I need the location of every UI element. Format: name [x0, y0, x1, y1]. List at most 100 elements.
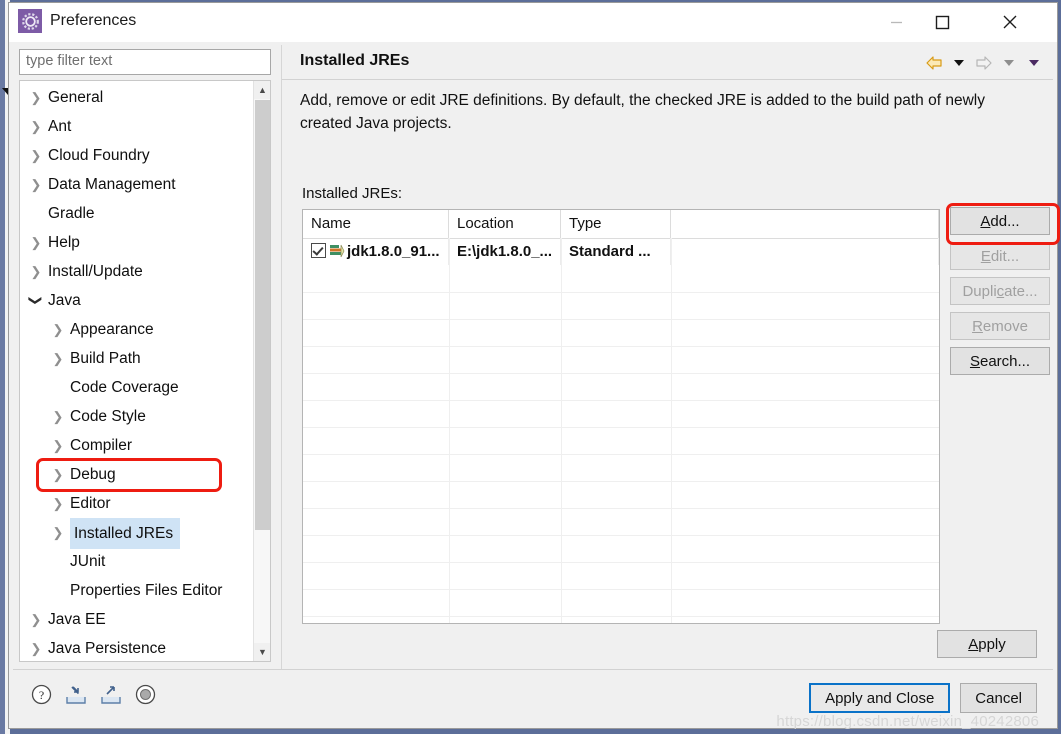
- apply-and-close-button[interactable]: Apply and Close: [809, 683, 951, 713]
- installed-jres-label: Installed JREs:: [302, 185, 403, 202]
- tree-scrollbar[interactable]: ▲ ▼: [253, 81, 270, 661]
- jre-type-cell: Standard ...: [561, 238, 671, 265]
- button-label: Add...: [980, 212, 1020, 230]
- jre-library-icon: [329, 243, 347, 260]
- chevron-right-icon[interactable]: ❯: [50, 315, 66, 344]
- sidebar-item-cloud-foundry[interactable]: ❯ Cloud Foundry: [20, 141, 255, 170]
- chevron-right-icon[interactable]: ❯: [28, 170, 44, 199]
- sidebar-item-label: Java EE: [48, 611, 106, 628]
- sidebar-item-label: General: [48, 89, 104, 106]
- export-icon[interactable]: [100, 685, 122, 710]
- chevron-right-icon[interactable]: ❯: [28, 141, 44, 170]
- sidebar-item-gradle[interactable]: Gradle: [20, 199, 255, 228]
- page-description: Add, remove or edit JRE definitions. By …: [300, 92, 985, 132]
- chevron-right-icon[interactable]: ❯: [28, 257, 44, 286]
- sidebar-item-editor[interactable]: ❯ Editor: [20, 489, 255, 518]
- button-label: Search...: [969, 352, 1031, 370]
- chevron-right-icon[interactable]: ❯: [50, 402, 66, 431]
- page-title: Installed JREs: [300, 52, 410, 69]
- column-header-blank[interactable]: [671, 210, 939, 238]
- restore-defaults-icon[interactable]: [135, 684, 156, 710]
- chevron-right-icon[interactable]: ❯: [28, 228, 44, 257]
- chevron-right-icon[interactable]: ❯: [50, 344, 66, 373]
- sidebar-item-appearance[interactable]: ❯ Appearance: [20, 315, 255, 344]
- sidebar-item-help[interactable]: ❯ Help: [20, 228, 255, 257]
- column-header-type[interactable]: Type: [561, 210, 671, 238]
- sidebar-item-build-path[interactable]: ❯ Build Path: [20, 344, 255, 373]
- table-empty-row[interactable]: [303, 616, 939, 623]
- chevron-right-icon[interactable]: ❯: [50, 431, 66, 460]
- table-empty-row[interactable]: [303, 292, 939, 320]
- forward-menu-chevron-down-icon[interactable]: [998, 53, 1020, 73]
- chevron-right-icon[interactable]: ❯: [28, 605, 44, 634]
- table-empty-row[interactable]: [303, 373, 939, 401]
- scroll-down-icon[interactable]: ▼: [254, 643, 270, 661]
- sidebar-item-java[interactable]: ❯ Java: [20, 286, 255, 315]
- sidebar-item-code-style[interactable]: ❯ Code Style: [20, 402, 255, 431]
- table-empty-row[interactable]: [303, 346, 939, 374]
- filter-input[interactable]: type filter text: [19, 49, 271, 75]
- sidebar-item-label: Data Management: [48, 176, 176, 193]
- preference-page: Installed JREs Add, remove or edit JRE d…: [281, 45, 1060, 670]
- search-button[interactable]: Search...: [950, 347, 1050, 375]
- sidebar-item-install-update[interactable]: ❯ Install/Update: [20, 257, 255, 286]
- table-empty-row[interactable]: [303, 265, 939, 293]
- sidebar-item-general[interactable]: ❯ General: [20, 83, 255, 112]
- add-button[interactable]: Add...: [950, 207, 1050, 235]
- sidebar-item-installed-jres[interactable]: ❯ Installed JREs: [20, 518, 255, 549]
- chevron-right-icon[interactable]: ❯: [50, 518, 66, 547]
- preferences-dialog: Preferences type filter text ❯ General ❯ An…: [8, 2, 1060, 730]
- watermark: https://blog.csdn.net/weixin_40242806: [776, 713, 1039, 730]
- scrollbar-thumb[interactable]: [255, 100, 270, 530]
- sidebar-item-data-management[interactable]: ❯ Data Management: [20, 170, 255, 199]
- back-arrow-icon[interactable]: [923, 53, 945, 73]
- jre-name-text: jdk1.8.0_91...: [347, 243, 440, 260]
- sidebar-item-label: Installed JREs: [70, 518, 181, 549]
- sidebar-item-ant[interactable]: ❯ Ant: [20, 112, 255, 141]
- close-button[interactable]: [987, 3, 1033, 41]
- jre-table[interactable]: Name Location Type jdk1.8.0_91... E:\jdk1.8…: [302, 209, 940, 624]
- table-header-row: Name Location Type: [303, 210, 939, 239]
- back-menu-chevron-down-icon[interactable]: [948, 53, 970, 73]
- chevron-right-icon[interactable]: ❯: [50, 489, 66, 518]
- sidebar-item-label: Java: [48, 292, 81, 309]
- maximize-button[interactable]: [919, 3, 965, 41]
- sidebar-item-java-ee[interactable]: ❯ Java EE: [20, 605, 255, 634]
- minimize-button[interactable]: [873, 3, 919, 41]
- table-row[interactable]: jdk1.8.0_91... E:\jdk1.8.0_... Standard ..…: [303, 238, 939, 265]
- table-empty-row[interactable]: [303, 535, 939, 563]
- help-icon[interactable]: ?: [31, 684, 52, 710]
- view-menu-chevron-down-icon[interactable]: [1023, 53, 1045, 73]
- table-empty-row[interactable]: [303, 427, 939, 455]
- table-empty-row[interactable]: [303, 508, 939, 536]
- jre-name-cell: jdk1.8.0_91...: [303, 238, 449, 265]
- sidebar-item-compiler[interactable]: ❯ Compiler: [20, 431, 255, 460]
- table-empty-row[interactable]: [303, 481, 939, 509]
- scroll-up-icon[interactable]: ▲: [254, 81, 270, 99]
- chevron-right-icon[interactable]: ❯: [50, 460, 66, 489]
- cancel-button[interactable]: Cancel: [960, 683, 1037, 713]
- chevron-right-icon[interactable]: ❯: [28, 634, 44, 661]
- table-empty-row[interactable]: [303, 562, 939, 590]
- table-empty-row[interactable]: [303, 400, 939, 428]
- preferences-tree[interactable]: ❯ General ❯ Ant ❯ Cloud Foundry ❯ Data Manageme…: [19, 80, 271, 662]
- chevron-right-icon[interactable]: ❯: [28, 83, 44, 112]
- import-icon[interactable]: [65, 685, 87, 710]
- sidebar-item-junit[interactable]: JUnit: [20, 547, 255, 576]
- gear-icon: [18, 9, 42, 33]
- apply-button[interactable]: Apply: [937, 630, 1037, 658]
- sidebar-item-debug[interactable]: ❯ Debug: [20, 460, 255, 489]
- table-empty-row[interactable]: [303, 454, 939, 482]
- chevron-right-icon[interactable]: ❯: [28, 112, 44, 141]
- sidebar-item-properties-files-editor[interactable]: Properties Files Editor: [20, 576, 255, 605]
- title-bar: Preferences: [9, 3, 1057, 42]
- column-header-location[interactable]: Location: [449, 210, 561, 238]
- sidebar-item-code-coverage[interactable]: Code Coverage: [20, 373, 255, 402]
- jre-checkbox[interactable]: [311, 243, 326, 258]
- sidebar-item-java-persistence[interactable]: ❯ Java Persistence: [20, 634, 255, 661]
- table-empty-row[interactable]: [303, 589, 939, 617]
- sidebar-item-label: Properties Files Editor: [70, 582, 223, 599]
- chevron-down-icon[interactable]: ❯: [22, 293, 51, 309]
- column-header-name[interactable]: Name: [303, 210, 449, 238]
- table-empty-row[interactable]: [303, 319, 939, 347]
